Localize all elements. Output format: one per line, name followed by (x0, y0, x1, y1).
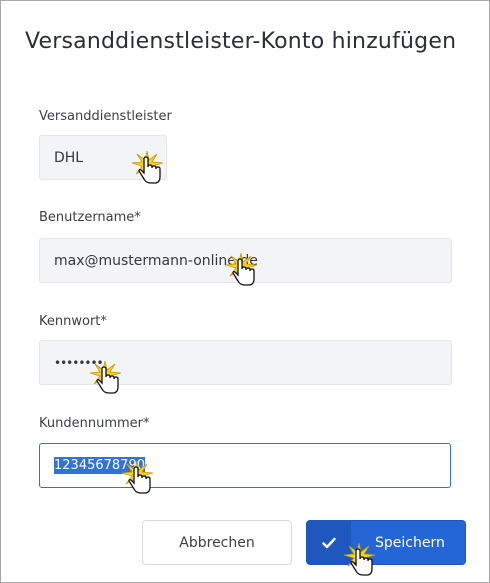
cancel-label: Abbrechen (179, 534, 255, 551)
click-cursor-icon (89, 360, 122, 394)
cancel-button[interactable]: Abbrechen (142, 520, 292, 565)
carrier-label: Versanddienstleister (39, 109, 172, 124)
password-label: Kennwort* (39, 314, 107, 329)
username-label: Benutzername* (39, 210, 141, 225)
save-label: Speichern (375, 534, 445, 551)
add-carrier-account-dialog: Versanddienstleister-Konto hinzufügen Ve… (0, 0, 490, 583)
click-cursor-icon (121, 460, 154, 494)
click-cursor-icon (343, 542, 376, 576)
click-cursor-icon (225, 252, 258, 286)
dialog-title: Versanddienstleister-Konto hinzufügen (25, 29, 457, 54)
customer-number-label: Kundennummer* (39, 416, 150, 431)
carrier-value: DHL (54, 149, 84, 166)
customer-number-field[interactable]: 12345678790 (39, 443, 451, 488)
click-cursor-icon (131, 150, 164, 184)
save-button[interactable]: Speichern (306, 520, 466, 565)
